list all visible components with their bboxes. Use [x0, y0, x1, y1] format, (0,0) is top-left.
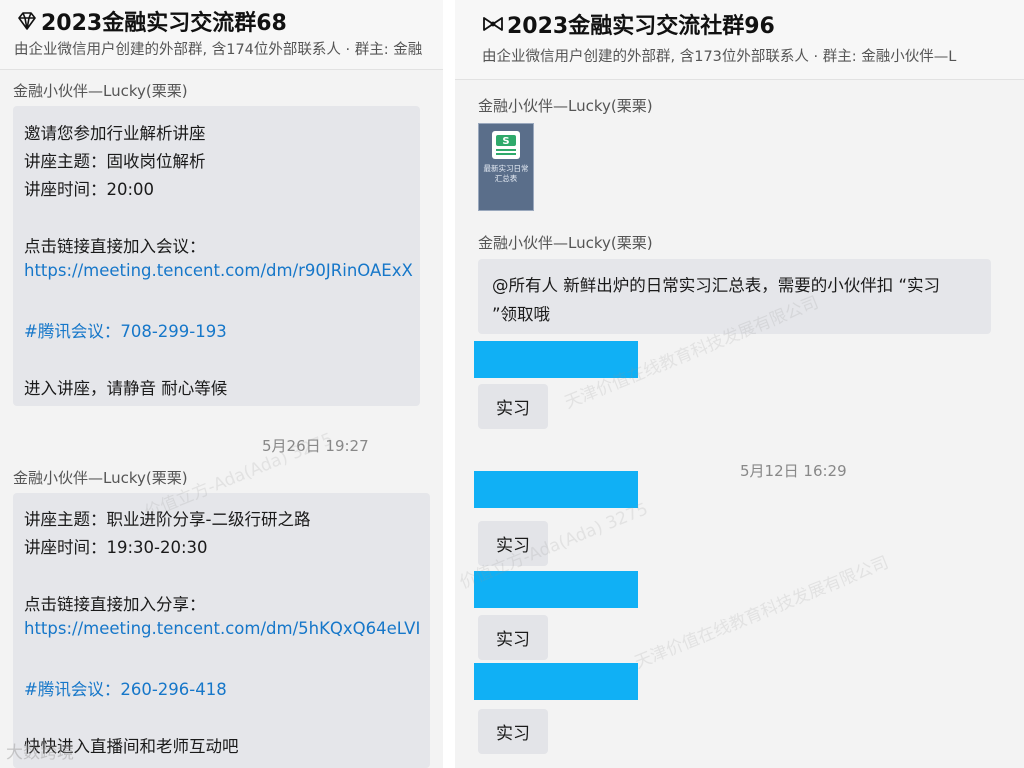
bow-icon [482, 13, 504, 35]
message-line: ”领取哦 [492, 305, 551, 324]
reply-text: 实习 [496, 724, 530, 744]
message-line: 进入讲座，请静音 耐心等候 [24, 379, 228, 398]
message-line: 点击链接直接加入分享： [24, 595, 206, 614]
pane-divider [443, 0, 455, 768]
file-name: 最新实习日常汇总表 [483, 164, 529, 183]
chat-title-row[interactable]: 2023金融实习交流社群96 [482, 8, 775, 40]
message-line: 邀请您参加行业解析讲座 [24, 124, 206, 143]
diamond-icon [16, 10, 38, 32]
spreadsheet-file-icon: S [492, 131, 520, 159]
message-sender[interactable]: 金融小伙伴—Lucky(栗栗) [13, 467, 188, 488]
reply-bubble[interactable]: 实习 [478, 384, 548, 429]
message-bubble[interactable]: 讲座主题：职业进阶分享-二级行研之路 讲座时间：19:30-20:30 点击链接… [13, 493, 430, 768]
message-bubble[interactable]: 邀请您参加行业解析讲座 讲座主题：固收岗位解析 讲座时间：20:00 点击链接直… [13, 106, 420, 406]
timestamp: 5月26日 19:27 [262, 437, 369, 455]
message-line: @所有人 新鲜出炉的日常实习汇总表，需要的小伙伴扣 “实习 [492, 276, 941, 295]
message-sender[interactable]: 金融小伙伴—Lucky(栗栗) [478, 232, 653, 253]
chat-title: 2023金融实习交流群68 [41, 11, 287, 36]
file-icon-label: S [502, 136, 509, 147]
left-chat-pane: 2023金融实习交流群68 由企业微信用户创建的外部群, 含174位外部联系人 … [0, 0, 443, 768]
reply-text: 实习 [496, 399, 530, 419]
chat-subtitle: 由企业微信用户创建的外部群, 含173位外部联系人 · 群主: 金融小伙伴—L [482, 49, 957, 65]
message-sender[interactable]: 金融小伙伴—Lucky(栗栗) [13, 80, 188, 101]
chat-title: 2023金融实习交流社群96 [507, 14, 775, 39]
redacted-avatar-bar [474, 571, 638, 608]
file-attachment[interactable]: S 最新实习日常汇总表 [478, 123, 534, 211]
reply-text: 实习 [496, 536, 530, 556]
reply-bubble[interactable]: 实习 [478, 709, 548, 754]
message-line: 讲座时间：19:30-20:30 [24, 538, 208, 557]
message-line: 点击链接直接加入会议： [24, 237, 206, 256]
message-bubble[interactable]: @所有人 新鲜出炉的日常实习汇总表，需要的小伙伴扣 “实习 ”领取哦 [478, 259, 991, 334]
reply-bubble[interactable]: 实习 [478, 615, 548, 660]
timestamp: 5月12日 16:29 [740, 462, 847, 480]
redacted-avatar-bar [474, 341, 638, 378]
watermark-text: 天津价值在线教育科技发展有限公司 [631, 552, 892, 674]
message-line: 讲座主题：固收岗位解析 [24, 152, 206, 171]
chat-subtitle: 由企业微信用户创建的外部群, 含174位外部联系人 · 群主: 金融 [14, 42, 423, 58]
meeting-id-link[interactable]: #腾讯会议：708-299-193 [24, 318, 227, 342]
meeting-id-link[interactable]: #腾讯会议：260-296-418 [24, 676, 227, 700]
right-chat-pane: 2023金融实习交流社群96 由企业微信用户创建的外部群, 含173位外部联系人… [455, 0, 1024, 768]
chat-header: 2023金融实习交流社群96 由企业微信用户创建的外部群, 含173位外部联系人… [455, 0, 1024, 80]
redacted-avatar-bar [474, 471, 638, 508]
chat-title-row[interactable]: 2023金融实习交流群68 [16, 5, 287, 37]
corner-watermark: 大数跨境 [6, 743, 74, 763]
message-line: 讲座时间：20:00 [24, 180, 155, 199]
redacted-avatar-bar [474, 663, 638, 700]
chat-header: 2023金融实习交流群68 由企业微信用户创建的外部群, 含174位外部联系人 … [0, 0, 443, 70]
meeting-link[interactable]: https://meeting.tencent.com/dm/5hKQxQ64e… [24, 619, 420, 638]
message-line: 讲座主题：职业进阶分享-二级行研之路 [24, 510, 311, 529]
message-sender[interactable]: 金融小伙伴—Lucky(栗栗) [478, 95, 653, 116]
reply-text: 实习 [496, 630, 530, 650]
meeting-link[interactable]: https://meeting.tencent.com/dm/r90JRinOA… [24, 261, 413, 280]
reply-bubble[interactable]: 实习 [478, 521, 548, 566]
